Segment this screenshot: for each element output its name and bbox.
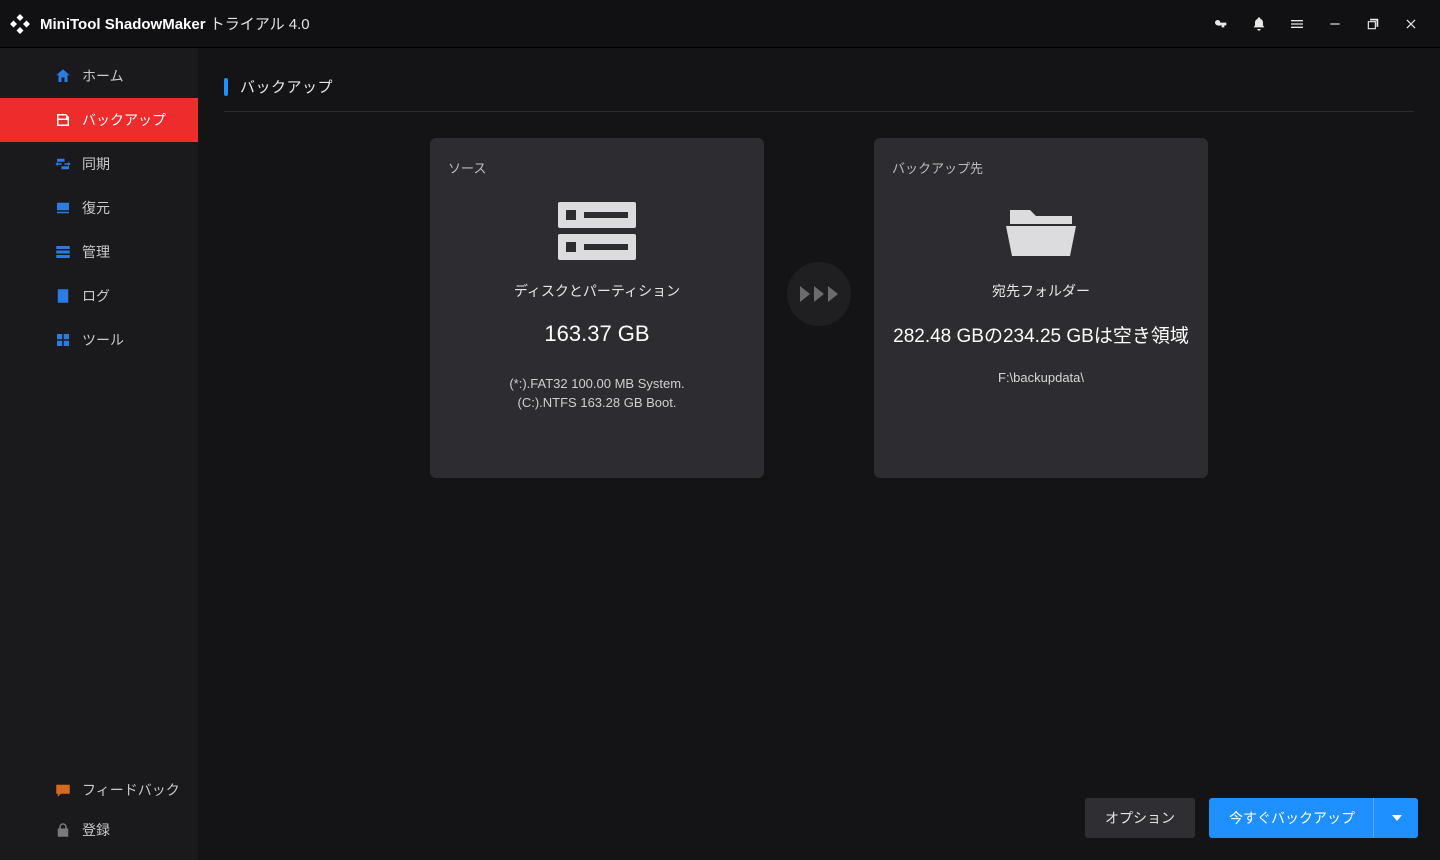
- bell-icon[interactable]: [1250, 15, 1268, 33]
- sidebar-item-tools[interactable]: ツール: [0, 318, 198, 362]
- close-icon[interactable]: [1402, 15, 1420, 33]
- feedback-icon: [54, 781, 72, 799]
- titlebar: MiniTool ShadowMaker トライアル 4.0: [0, 0, 1440, 48]
- folder-open-icon: [1004, 199, 1078, 263]
- options-button[interactable]: オプション: [1085, 798, 1195, 838]
- destination-card-subtitle: 宛先フォルダー: [892, 281, 1190, 301]
- window-controls: [1212, 15, 1430, 33]
- sidebar-item-home[interactable]: ホーム: [0, 54, 198, 98]
- app-title: MiniTool ShadowMaker トライアル 4.0: [40, 13, 310, 34]
- sidebar-item-restore[interactable]: 復元: [0, 186, 198, 230]
- home-icon: [54, 67, 72, 85]
- tools-icon: [54, 331, 72, 349]
- main-content: バックアップ ソース ディスクとパーティション 163: [198, 48, 1440, 860]
- sidebar-item-label: 同期: [82, 154, 110, 174]
- accent-bar: [224, 78, 228, 96]
- destination-card-label: バックアップ先: [892, 158, 1190, 177]
- sidebar-item-label: 復元: [82, 198, 110, 218]
- destination-card-path: F:\backupdata\: [892, 370, 1190, 385]
- source-line: (*:).FAT32 100.00 MB System.: [448, 375, 746, 394]
- sidebar-item-label: フィードバック: [82, 780, 180, 800]
- sidebar-item-label: 管理: [82, 242, 110, 262]
- backup-icon: [54, 111, 72, 129]
- sidebar-item-log[interactable]: ログ: [0, 274, 198, 318]
- sidebar-item-manage[interactable]: 管理: [0, 230, 198, 274]
- source-card-size: 163.37 GB: [448, 321, 746, 347]
- sidebar-item-label: ツール: [82, 330, 124, 350]
- sidebar-item-register[interactable]: 登録: [0, 810, 198, 850]
- transfer-arrow-icon: [787, 262, 851, 326]
- page-title: バックアップ: [240, 76, 333, 97]
- source-card-lines: (*:).FAT32 100.00 MB System. (C:).NTFS 1…: [448, 375, 746, 413]
- source-line: (C:).NTFS 163.28 GB Boot.: [448, 394, 746, 413]
- manage-icon: [54, 243, 72, 261]
- cards-row: ソース ディスクとパーティション 163.37 GB (*:).FAT32 10…: [198, 112, 1440, 478]
- sidebar: ホーム バックアップ 同期 復元 管理: [0, 48, 198, 860]
- app-logo: MiniTool ShadowMaker トライアル 4.0: [8, 12, 310, 36]
- minimize-icon[interactable]: [1326, 15, 1344, 33]
- source-card-label: ソース: [448, 158, 746, 177]
- sidebar-item-label: ホーム: [82, 66, 124, 86]
- page-header: バックアップ: [198, 48, 1440, 107]
- key-icon[interactable]: [1212, 15, 1230, 33]
- backup-now-button-label: 今すぐバックアップ: [1229, 808, 1355, 828]
- restore-icon: [54, 199, 72, 217]
- lock-icon: [54, 821, 72, 839]
- sidebar-item-label: 登録: [82, 820, 110, 840]
- destination-card[interactable]: バックアップ先 宛先フォルダー 282.48 GBの234.25 GBは空き領域…: [874, 138, 1208, 478]
- disk-icon: [558, 199, 636, 263]
- app-logo-icon: [8, 12, 32, 36]
- source-card-subtitle: ディスクとパーティション: [448, 281, 746, 301]
- sidebar-item-backup[interactable]: バックアップ: [0, 98, 198, 142]
- sidebar-item-feedback[interactable]: フィードバック: [0, 770, 198, 810]
- sidebar-item-sync[interactable]: 同期: [0, 142, 198, 186]
- sidebar-item-label: バックアップ: [82, 110, 166, 130]
- footer-actions: オプション 今すぐバックアップ: [1085, 798, 1418, 838]
- button-divider: [1373, 798, 1374, 838]
- options-button-label: オプション: [1105, 808, 1175, 828]
- maximize-icon[interactable]: [1364, 15, 1382, 33]
- source-card[interactable]: ソース ディスクとパーティション 163.37 GB (*:).FAT32 10…: [430, 138, 764, 478]
- log-icon: [54, 287, 72, 305]
- sidebar-item-label: ログ: [82, 286, 110, 306]
- chevron-down-icon[interactable]: [1392, 813, 1402, 823]
- sync-icon: [54, 155, 72, 173]
- menu-icon[interactable]: [1288, 15, 1306, 33]
- backup-now-button[interactable]: 今すぐバックアップ: [1209, 798, 1418, 838]
- destination-card-free: 282.48 GBの234.25 GBは空き領域: [892, 321, 1190, 348]
